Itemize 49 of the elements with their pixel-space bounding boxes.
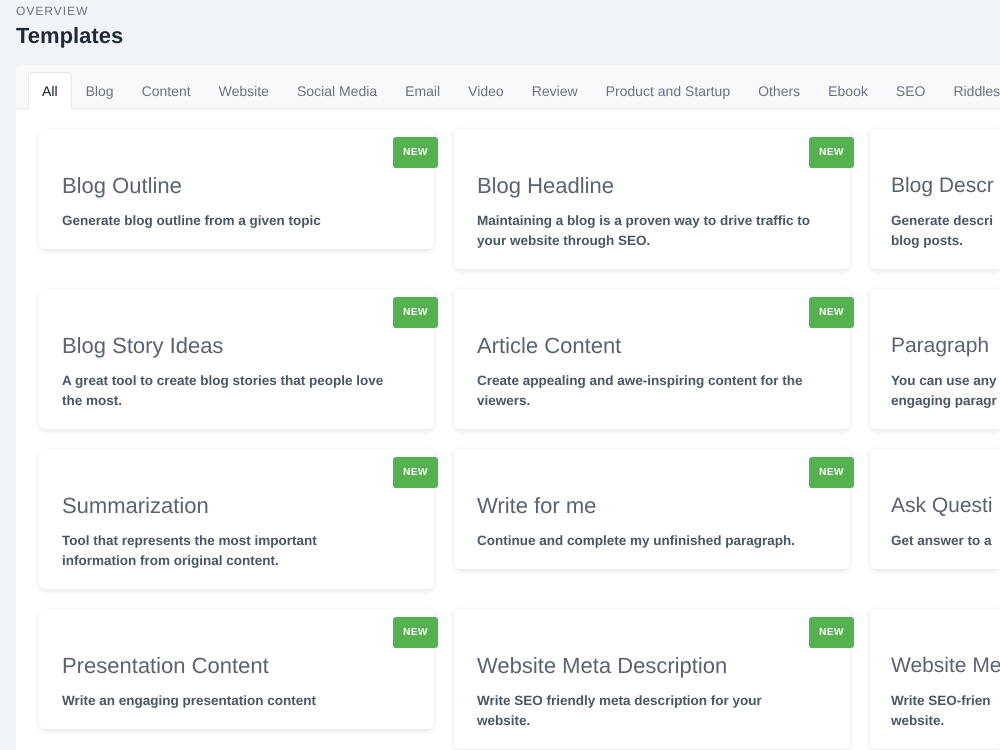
new-badge: NEW: [393, 617, 438, 648]
card-title: Summarization: [62, 493, 210, 519]
page-eyebrow: OVERVIEW: [16, 4, 88, 18]
category-tab[interactable]: Video: [454, 72, 518, 109]
new-badge: NEW: [393, 297, 438, 328]
card-description: Write an engaging presentation content: [62, 692, 318, 710]
category-tab[interactable]: Review: [518, 72, 592, 109]
new-badge: NEW: [809, 457, 854, 488]
category-tab[interactable]: Others: [744, 72, 814, 109]
card-title: Blog Outline: [62, 173, 183, 199]
page-title: Templates: [16, 23, 124, 49]
card-title: Ask Questi: [891, 493, 994, 519]
card-description: Create appealing and awe-inspiring content for the viewers.: [477, 372, 804, 410]
card-description: Continue and complete my unfinished paragraph.: [477, 532, 796, 550]
category-tab[interactable]: Ebook: [814, 72, 882, 109]
card-description: Write SEO friendly meta description for your website.: [477, 692, 763, 730]
template-card[interactable]: Blog Descr Generate descri blog posts.: [870, 129, 1000, 269]
card-title: Blog Story Ideas: [62, 333, 224, 359]
card-title: Write for me: [477, 493, 598, 519]
card-description: Generate descri blog posts.: [891, 212, 994, 250]
category-tab[interactable]: Email: [391, 72, 454, 109]
template-card[interactable]: Paragraph You can use any engaging paragr: [870, 289, 1000, 429]
template-card[interactable]: Ask Questi Get answer to a: [870, 449, 1000, 569]
card-description: Maintaining a blog is a proven way to drive traffic to your website through SEO.: [477, 212, 812, 250]
card-description: Get answer to a: [891, 532, 993, 550]
new-badge: NEW: [809, 297, 854, 328]
card-description: A great tool to create blog stories that people love the most.: [62, 372, 384, 410]
new-badge: NEW: [393, 137, 438, 168]
category-tab[interactable]: SEO: [882, 72, 940, 109]
new-badge: NEW: [393, 457, 438, 488]
category-tab[interactable]: Blog: [72, 72, 128, 109]
new-badge: NEW: [809, 137, 854, 168]
category-tab[interactable]: All: [28, 72, 72, 109]
card-title: Blog Descr: [891, 173, 995, 199]
card-title: Website Meta Description: [477, 653, 728, 679]
category-tab[interactable]: Riddles: [939, 72, 1000, 109]
category-tab[interactable]: Content: [128, 72, 205, 109]
category-tab[interactable]: Product and Startup: [592, 72, 744, 109]
card-description: You can use any engaging paragr: [891, 372, 998, 410]
card-description: Generate blog outline from a given topic: [62, 212, 322, 230]
card-title: Article Content: [477, 333, 622, 359]
category-tab[interactable]: Website: [204, 72, 283, 109]
card-title: Blog Headline: [477, 173, 615, 199]
category-tab[interactable]: Social Media: [282, 72, 392, 109]
card-description: Tool that represents the most important information from original content.: [62, 532, 318, 570]
card-title: Presentation Content: [62, 653, 270, 679]
card-description: Write SEO-frien website.: [891, 692, 992, 730]
card-title: Paragraph: [891, 333, 990, 359]
new-badge: NEW: [809, 617, 854, 648]
